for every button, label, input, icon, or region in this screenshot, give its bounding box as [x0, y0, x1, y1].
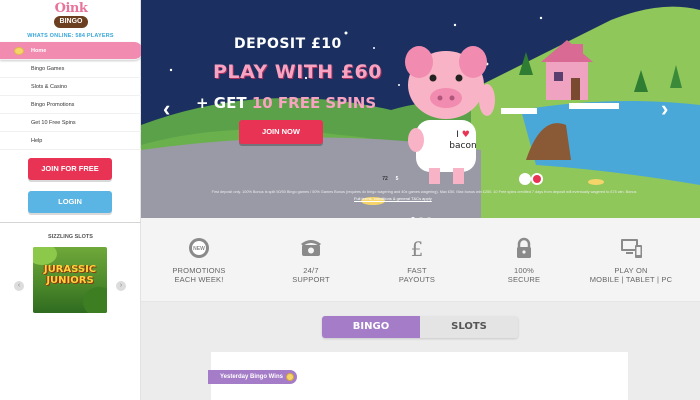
sidebar-item-slots-casino[interactable]: Slots & Casino [0, 78, 141, 96]
slide-indicators [409, 208, 437, 218]
feature-line-1: FAST [407, 266, 427, 275]
hero-spins-text: + GET 10 FREE SPINS [196, 94, 376, 112]
sidebar-item-label: Get 10 Free Spins [31, 120, 76, 126]
leaf-decoration [83, 287, 107, 313]
feature-secure: 100% SECURE [479, 236, 569, 284]
feature-line-2: SECURE [507, 275, 541, 284]
tab-bingo[interactable]: BINGO [322, 316, 420, 338]
hero-deposit-text: DEPOSIT £10 [234, 36, 342, 52]
sidebar-item-label: Home [31, 48, 47, 54]
feature-label: 24/7 SUPPORT [266, 266, 356, 284]
sidebar-item-label: Bingo Promotions [31, 102, 75, 108]
hero-play-text: PLAY WITH £60 [213, 61, 382, 83]
chevron-left-icon[interactable]: ‹ [14, 281, 24, 291]
sidebar-item-label: Slots & Casino [31, 84, 68, 90]
tab-slots[interactable]: SLOTS [420, 316, 518, 338]
svg-text:£: £ [411, 237, 424, 260]
logo-subtext: BINGO [54, 16, 88, 28]
feature-line-1: 100% [514, 266, 534, 275]
feature-line-2: EACH WEEK! [174, 275, 224, 284]
hero-spins-highlight: 10 FREE SPINS [251, 94, 377, 112]
sidebar-item-bingo-promotions[interactable]: Bingo Promotions [0, 96, 141, 114]
chevron-left-icon[interactable]: ‹ [163, 98, 170, 120]
chevron-right-icon[interactable]: › [116, 281, 126, 291]
ball-number-2: 5 [395, 176, 399, 182]
game-type-tabs: BINGO SLOTS [322, 316, 518, 338]
coin-icon [285, 373, 294, 381]
ball-number-1: 72 [382, 176, 388, 182]
hero-spins-prefix: + GET [196, 94, 252, 112]
feature-line-2: PAYOUTS [398, 275, 436, 284]
login-button[interactable]: LOGIN [28, 191, 112, 213]
logo-text: Oink [54, 1, 88, 16]
feature-payouts: £ FAST PAYOUTS [372, 236, 462, 284]
feature-line-2: MOBILE | TABLET | PC [589, 275, 673, 284]
promo-terms-text: First deposit only. 100% Bonus is split … [211, 190, 637, 194]
join-now-button[interactable]: JOIN NOW [239, 120, 323, 144]
pig-shirt-text: I ♥ bacon [435, 130, 491, 152]
sidebar-item-label: Help [31, 138, 43, 144]
coin-icon [14, 47, 24, 55]
feature-line-1: 24/7 [303, 266, 319, 275]
feature-devices: PLAY ON MOBILE | TABLET | PC [586, 236, 676, 284]
leaf-decoration [33, 247, 57, 265]
feature-promotions: NEW PROMOTIONS EACH WEEK! [154, 236, 244, 284]
slot-game-thumbnail[interactable]: JURASSIC JUNIORS [33, 247, 107, 313]
whats-online-count: WHATS ONLINE: 584 PLAYERS [27, 33, 114, 39]
features-strip: NEW PROMOTIONS EACH WEEK! 24/7 SUPPORT £ F… [141, 218, 700, 302]
phone-icon [301, 240, 321, 256]
sidebar-item-bingo-games[interactable]: Bingo Games [0, 60, 141, 78]
sidebar-nav: Home Bingo Games Slots & Casino Bingo Pr… [0, 42, 143, 150]
sidebar-item-home[interactable]: Home [0, 42, 143, 60]
feature-label: PROMOTIONS EACH WEEK! [154, 266, 244, 284]
shirt-line-1: I [456, 130, 459, 140]
heart-icon: ♥ [461, 130, 470, 140]
feature-line-2: SUPPORT [292, 275, 330, 284]
feature-label: FAST PAYOUTS [372, 266, 462, 284]
join-for-free-button[interactable]: JOIN FOR FREE [28, 158, 112, 180]
feature-support: 24/7 SUPPORT [266, 236, 356, 284]
site-logo[interactable]: Oink BINGO [50, 1, 92, 31]
yesterday-wins-label: Yesterday Bingo Wins [208, 370, 297, 384]
new-badge-icon: NEW [189, 238, 209, 258]
wins-label-text: Yesterday Bingo Wins [220, 374, 283, 380]
sidebar-item-free-spins[interactable]: Get 10 Free Spins [0, 114, 141, 132]
chevron-right-icon[interactable]: › [661, 98, 668, 120]
sidebar-item-help[interactable]: Help [0, 132, 141, 150]
feature-line-1: PROMOTIONS [172, 266, 226, 275]
sidebar-item-label: Bingo Games [31, 66, 65, 72]
pound-icon: £ [411, 237, 424, 260]
slot-game-title: JURASSIC JUNIORS [43, 264, 97, 286]
lock-icon [517, 237, 531, 258]
svg-text:NEW: NEW [193, 246, 205, 252]
sizzling-slots-title: SIZZLING SLOTS [48, 234, 93, 240]
feature-label: 100% SECURE [479, 266, 569, 284]
feature-label: PLAY ON MOBILE | TABLET | PC [586, 266, 676, 284]
divider [0, 222, 141, 223]
shirt-line-2: bacon [449, 141, 477, 151]
hero-banner[interactable]: DEPOSIT £10 PLAY WITH £60 + GET 10 FREE … [141, 0, 700, 218]
devices-icon [621, 239, 642, 258]
bingo-ball [519, 173, 531, 185]
sidebar: Oink BINGO WHATS ONLINE: 584 PLAYERS Hom… [0, 0, 143, 400]
terms-link[interactable]: Full terms, conditions & general T&Cs ap… [354, 196, 432, 201]
feature-line-1: PLAY ON [614, 266, 648, 275]
